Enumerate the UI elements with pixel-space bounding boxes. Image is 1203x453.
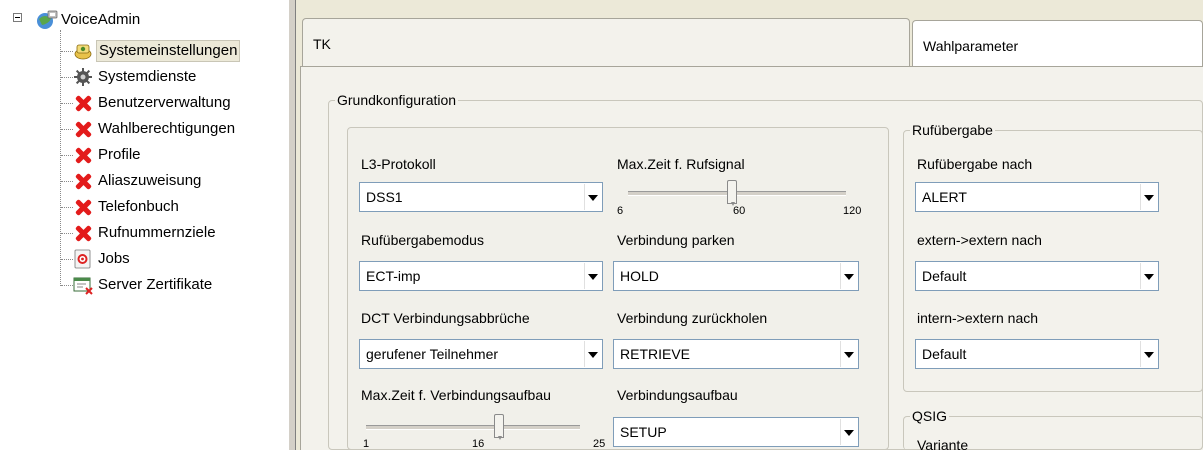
collapse-toggle[interactable] xyxy=(13,13,22,22)
tree-item-label: Profile xyxy=(98,146,141,163)
dropdown-arrow-icon[interactable] xyxy=(1140,184,1157,210)
settings-icon xyxy=(73,41,93,61)
verbindungsaufbau-select[interactable]: SETUP xyxy=(613,417,859,447)
red-x-icon xyxy=(73,197,93,217)
tree-item-rufnummernziele[interactable]: Rufnummernziele xyxy=(73,222,218,244)
label-intern-extern-nach: intern->extern nach xyxy=(917,310,1039,326)
tree-item-aliaszuweisung[interactable]: Aliaszuweisung xyxy=(73,170,203,192)
red-x-icon xyxy=(73,171,93,191)
tree-item-label: Systemdienste xyxy=(98,68,197,85)
tab-label: Wahlparameter xyxy=(923,38,1019,54)
tree-item-label: Aliaszuweisung xyxy=(98,172,202,189)
group-title: Grundkonfiguration xyxy=(335,92,459,108)
label-extern-extern-nach: extern->extern nach xyxy=(917,232,1042,248)
slider-thumb[interactable] xyxy=(727,180,737,206)
panel-splitter[interactable] xyxy=(288,0,296,450)
label-max-zeit-rufsignal: Max.Zeit f. Rufsignal xyxy=(617,156,745,172)
tree-item-label: Telefonbuch xyxy=(98,198,179,215)
tree-item-wahlberechtigungen[interactable]: Wahlberechtigungen xyxy=(73,118,237,140)
tree-item-server-zertifikate[interactable]: Server Zertifikate xyxy=(73,274,214,296)
tree-item-systemeinstellungen[interactable]: Systemeinstellungen xyxy=(73,40,241,62)
red-x-icon xyxy=(73,93,93,113)
combo-value: Default xyxy=(922,268,967,284)
label-variante: Variante xyxy=(917,437,969,453)
tab-wahlparameter[interactable]: Wahlparameter xyxy=(912,20,1203,70)
verbindung-zurueckholen-select[interactable]: RETRIEVE xyxy=(613,339,859,369)
red-x-icon xyxy=(73,145,93,165)
rufuebergabemodus-select[interactable]: ECT-imp xyxy=(359,261,603,291)
combo-value: gerufener Teilnehmer xyxy=(366,346,499,362)
label-dct-verbindungsabbrueche: DCT Verbindungsabbrüche xyxy=(361,310,530,326)
label-max-zeit-verbindungsaufbau: Max.Zeit f. Verbindungsaufbau xyxy=(361,387,551,403)
tab-label: TK xyxy=(313,36,331,52)
tree-item-profile[interactable]: Profile xyxy=(73,144,143,166)
certificate-icon xyxy=(73,275,93,295)
slider-thumb[interactable] xyxy=(494,414,504,440)
target-icon xyxy=(73,249,93,269)
tree-item-label: Rufnummernziele xyxy=(98,224,216,241)
label-verbindungsaufbau: Verbindungsaufbau xyxy=(617,387,738,403)
tick-max: 25 xyxy=(593,438,606,450)
verbindung-parken-select[interactable]: HOLD xyxy=(613,261,859,291)
dropdown-arrow-icon[interactable] xyxy=(584,263,601,289)
label-rufuebergabemodus: Rufübergabemodus xyxy=(361,232,484,248)
combo-value: Default xyxy=(922,346,967,362)
tick-min: 1 xyxy=(363,438,370,450)
label-rufuebergabe-nach: Rufübergabe nach xyxy=(917,156,1033,172)
dropdown-arrow-icon[interactable] xyxy=(840,419,857,445)
combo-value: ECT-imp xyxy=(366,268,421,284)
combo-value: HOLD xyxy=(620,268,659,284)
tree-item-systemdienste[interactable]: Systemdienste xyxy=(73,66,198,88)
tree-item-label: Benutzerverwaltung xyxy=(98,94,231,111)
dropdown-arrow-icon[interactable] xyxy=(840,341,857,367)
slider-track xyxy=(366,425,580,430)
tick-max: 120 xyxy=(843,205,862,217)
dropdown-arrow-icon[interactable] xyxy=(1140,263,1157,289)
tick-mid: 60 xyxy=(733,205,746,217)
tree-item-jobs[interactable]: Jobs xyxy=(73,248,132,270)
tree-root-voiceadmin[interactable]: VoiceAdmin xyxy=(36,9,142,31)
tab-tk[interactable]: TK xyxy=(302,18,910,68)
label-l3-protokoll: L3-Protokoll xyxy=(361,156,436,172)
navigation-tree: VoiceAdmin Systemeinstellungen Systemdie… xyxy=(0,0,288,450)
gear-icon xyxy=(73,67,93,87)
tree-item-label: Wahlberechtigungen xyxy=(98,120,236,137)
combo-value: RETRIEVE xyxy=(620,346,691,362)
voiceadmin-icon xyxy=(36,10,58,30)
dropdown-arrow-icon[interactable] xyxy=(1140,341,1157,367)
rufuebergabe-nach-select[interactable]: ALERT xyxy=(915,182,1159,212)
tree-item-label: Systemeinstellungen xyxy=(96,40,241,62)
dct-verbindungsabbrueche-select[interactable]: gerufener Teilnehmer xyxy=(359,339,603,369)
label-verbindung-parken: Verbindung parken xyxy=(617,232,735,248)
tree-item-benutzerverwaltung[interactable]: Benutzerverwaltung xyxy=(73,92,233,114)
l3-protokoll-select[interactable]: DSS1 xyxy=(359,182,603,212)
tree-item-telefonbuch[interactable]: Telefonbuch xyxy=(73,196,181,218)
tick-min: 6 xyxy=(617,205,624,217)
dropdown-arrow-icon[interactable] xyxy=(840,263,857,289)
combo-value: ALERT xyxy=(922,189,967,205)
extern-extern-select[interactable]: Default xyxy=(915,261,1159,291)
combo-value: SETUP xyxy=(620,424,667,440)
label-verbindung-zurueckholen: Verbindung zurückholen xyxy=(617,310,768,326)
group-title: QSIG xyxy=(910,408,950,424)
tree-root-label: VoiceAdmin xyxy=(61,11,141,28)
tick-mid: 16 xyxy=(472,438,485,450)
group-title: Rufübergabe xyxy=(910,122,995,138)
slider-track xyxy=(628,191,846,196)
red-x-icon xyxy=(73,223,93,243)
dropdown-arrow-icon[interactable] xyxy=(584,184,601,210)
intern-extern-select[interactable]: Default xyxy=(915,339,1159,369)
tree-item-label: Jobs xyxy=(98,250,130,267)
combo-value: DSS1 xyxy=(366,189,403,205)
tree-item-label: Server Zertifikate xyxy=(98,276,213,293)
dropdown-arrow-icon[interactable] xyxy=(584,341,601,367)
red-x-icon xyxy=(73,119,93,139)
